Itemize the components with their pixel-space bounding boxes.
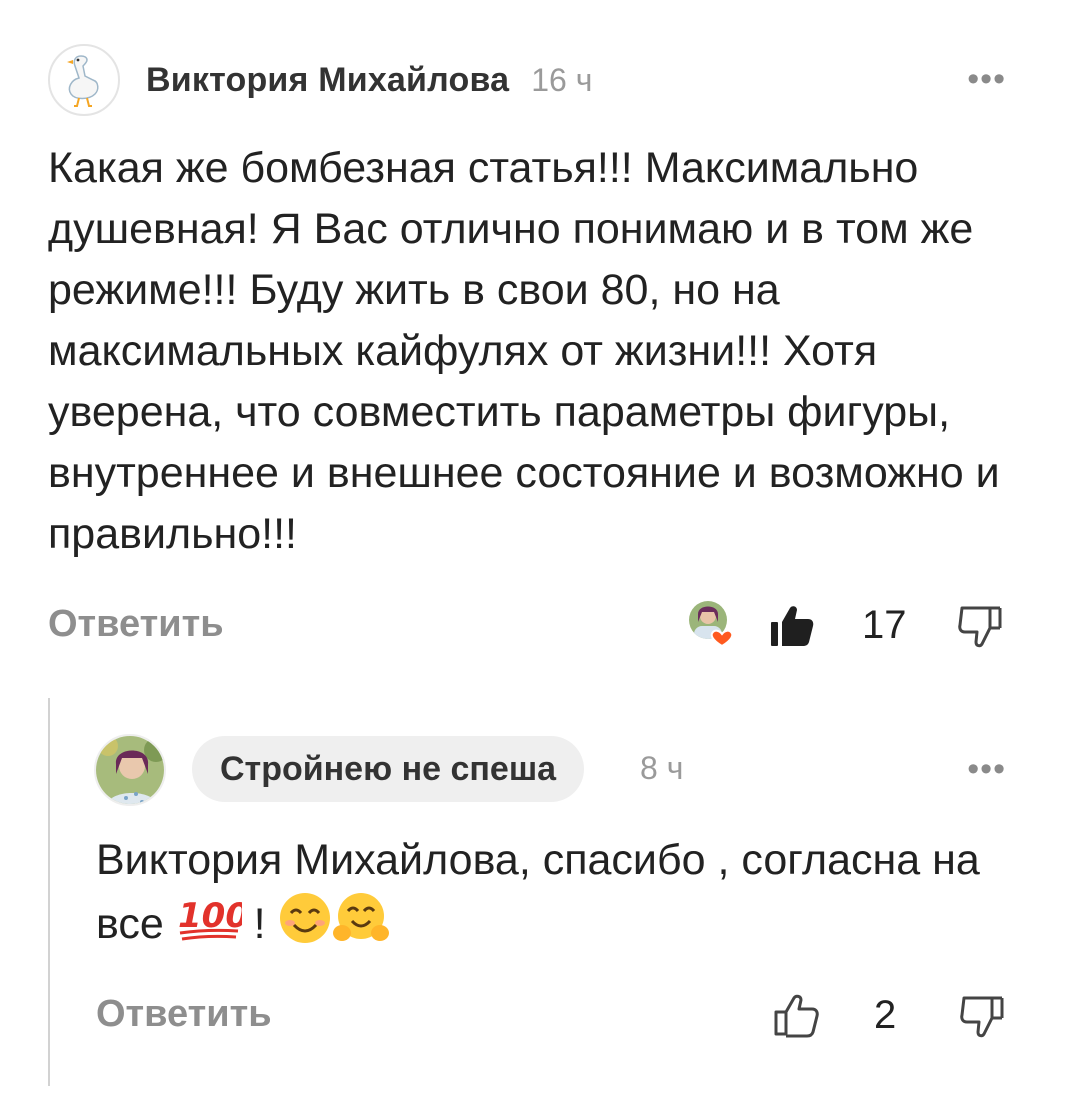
dislike-button[interactable] xyxy=(954,600,1006,652)
reply-button[interactable]: Ответить xyxy=(96,993,272,1036)
author-like-badge xyxy=(688,600,736,648)
goose-icon xyxy=(67,55,99,107)
author-avatar[interactable] xyxy=(94,734,166,806)
thumbs-up-icon xyxy=(774,994,819,1038)
thumbs-down-icon xyxy=(958,606,1002,648)
author-avatar[interactable] xyxy=(48,44,120,116)
comment-text: Виктория Михайлова, спасибо , согласна н… xyxy=(96,829,1046,962)
dislike-button[interactable] xyxy=(956,990,1008,1042)
comment-header: Виктория Михайлова 16 ч xyxy=(48,44,592,116)
author-name: Стройнею не спеша xyxy=(220,749,557,788)
avatar-heart-icon xyxy=(689,601,734,648)
author-name-pill[interactable]: Стройнею не спеша xyxy=(192,736,585,802)
like-count: 17 xyxy=(862,603,907,647)
author-name[interactable]: Виктория Михайлова xyxy=(146,61,509,100)
hundred-points-icon: 100 xyxy=(176,893,249,960)
reply-button[interactable]: Ответить xyxy=(48,603,224,646)
comment-text-exclaim: ! xyxy=(241,899,278,948)
like-button[interactable] xyxy=(766,600,818,652)
avatar-photo-icon xyxy=(96,736,164,804)
more-options-button[interactable]: ••• xyxy=(967,62,1006,96)
smiling-face-icon xyxy=(278,891,332,962)
like-count: 2 xyxy=(874,993,897,1037)
thread-line xyxy=(48,698,50,1086)
hugging-face-icon xyxy=(332,891,390,962)
more-options-button[interactable]: ••• xyxy=(967,752,1006,786)
comment-text: Какая же бомбезная статья!!! Максимально… xyxy=(48,144,1000,558)
thumbs-down-icon xyxy=(960,996,1004,1038)
thumbs-up-filled-icon xyxy=(771,606,814,646)
like-button[interactable] xyxy=(770,990,822,1042)
comment-time: 16 ч xyxy=(531,61,593,98)
comment-time: 8 ч xyxy=(640,750,684,786)
